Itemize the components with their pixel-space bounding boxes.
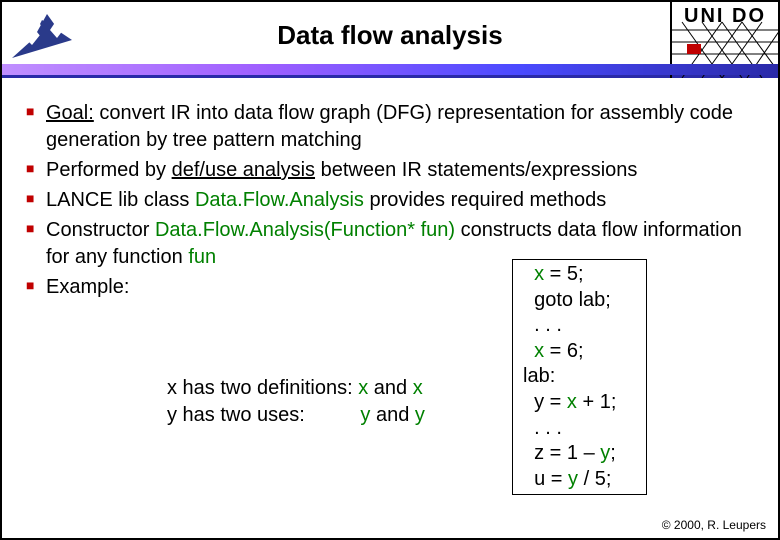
- bullet-lanceclass: LANCE lib class Data.Flow.Analysis provi…: [26, 187, 764, 214]
- class-name: Data.Flow.Analysis: [195, 189, 364, 211]
- goal-label: Goal:: [46, 102, 94, 124]
- content: Goal: convert IR into data flow graph (D…: [2, 78, 778, 301]
- bullet-example: Example:: [26, 274, 764, 301]
- logo-right-text: UNI DO: [672, 5, 778, 28]
- code-line-1: x = 5;: [523, 262, 638, 288]
- code-line-6: y = x + 1;: [523, 390, 638, 416]
- code-line-9: u = y / 5;: [523, 467, 638, 493]
- code-line-4: x = 6;: [523, 339, 638, 365]
- defuse-label: def/use analysis: [172, 159, 315, 181]
- defs-line-2: y has two uses: y and y: [167, 402, 425, 429]
- gradient-bar: [2, 64, 778, 75]
- slide: Data flow analysis UNI DO: [0, 0, 780, 540]
- bullet-list: Goal: convert IR into data flow graph (D…: [26, 100, 764, 301]
- definitions-text: x has two definitions: x and x y has two…: [167, 375, 425, 429]
- bullet-goal: Goal: convert IR into data flow graph (D…: [26, 100, 764, 154]
- lower-region: x has two definitions: x and x y has two…: [2, 342, 778, 532]
- code-line-3: . . .: [523, 313, 638, 339]
- defs-line-1: x has two definitions: x and x: [167, 375, 425, 402]
- header: Data flow analysis UNI DO: [2, 2, 778, 78]
- code-line-7: . . .: [523, 416, 638, 442]
- goal-text: convert IR into data flow graph (DFG) re…: [46, 102, 733, 151]
- constructor-sig: Data.Flow.Analysis(Function* fun): [155, 219, 455, 241]
- code-line-5: lab:: [523, 364, 638, 390]
- code-line-8: z = 1 – y;: [523, 441, 638, 467]
- bullet-defuse: Performed by def/use analysis between IR…: [26, 157, 764, 184]
- fun-arg: fun: [188, 246, 216, 268]
- code-line-2: goto lab;: [523, 288, 638, 314]
- slide-title: Data flow analysis: [2, 20, 778, 51]
- code-box: x = 5; goto lab; . . . x = 6; lab: y = x…: [512, 259, 647, 495]
- bullet-constructor: Constructor Data.Flow.Analysis(Function*…: [26, 217, 764, 271]
- copyright: © 2000, R. Leupers: [662, 518, 766, 532]
